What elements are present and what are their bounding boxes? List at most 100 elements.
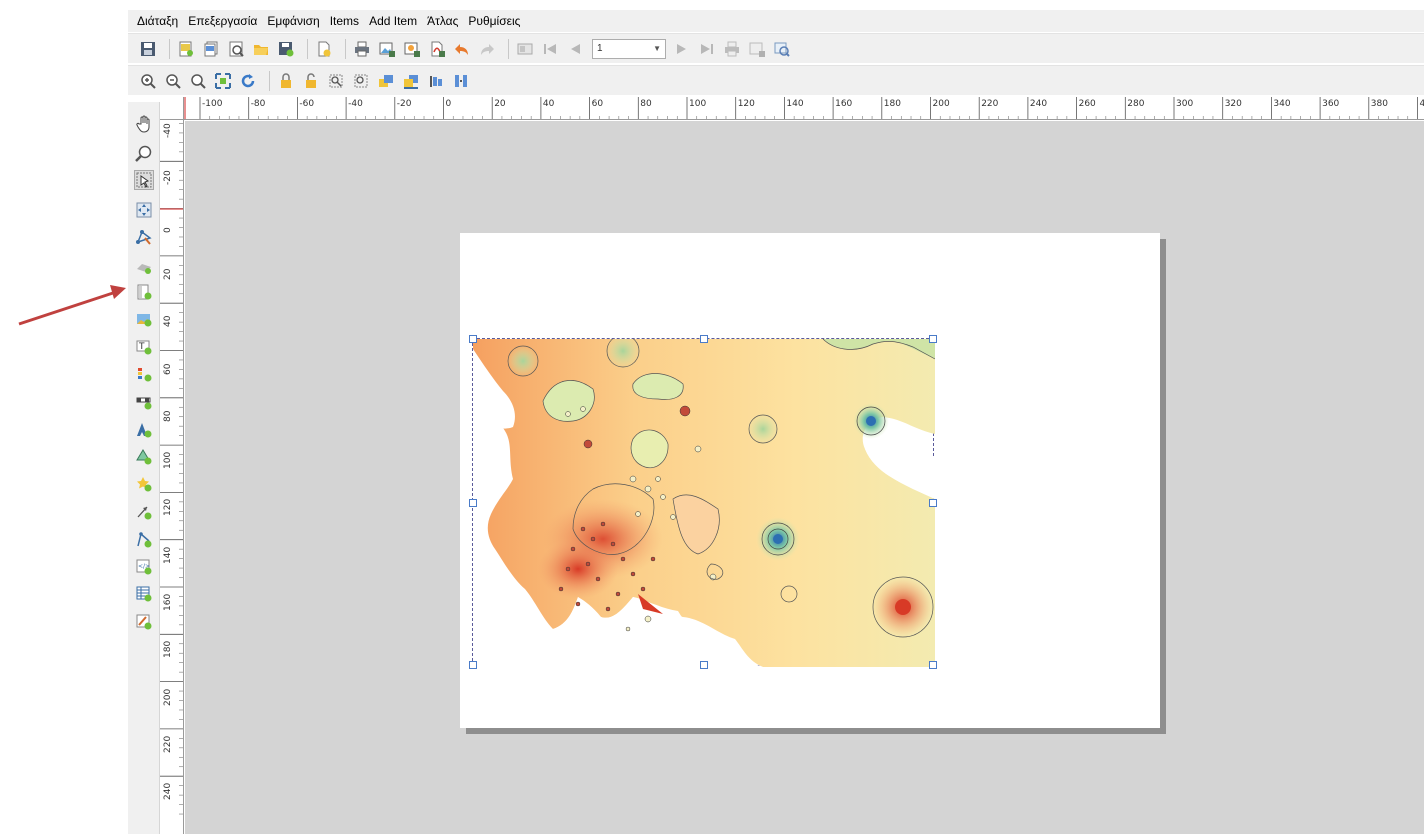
horizontal-ruler: -100 -80 -60 -40 -20 0 20 40 60 80 100 120 140 160 180… (160, 97, 1424, 120)
layout-manager-icon[interactable] (226, 39, 246, 59)
export-pdf-icon[interactable] (427, 39, 447, 59)
zoom-tool-icon[interactable] (134, 144, 154, 164)
ruler-label: 340 (1273, 99, 1291, 109)
ruler-label: -40 (348, 99, 363, 109)
menu-add-item[interactable]: Add Item (364, 14, 422, 28)
distribute-icon[interactable] (451, 71, 471, 91)
ruler-label: 200 (163, 688, 173, 706)
zoom-actual-icon[interactable] (188, 71, 208, 91)
ruler-label: 40 (163, 315, 173, 328)
select-icon[interactable] (134, 170, 154, 190)
ruler-label: 100 (163, 451, 173, 470)
atlas-prev-icon[interactable] (565, 39, 585, 59)
print-icon[interactable] (352, 39, 372, 59)
resize-handle-left[interactable] (469, 499, 477, 507)
menu-items[interactable]: Items (325, 14, 364, 28)
menu-layout[interactable]: Διάταξη (132, 14, 183, 28)
ruler-label: 80 (640, 99, 652, 109)
atlas-print-icon[interactable] (722, 39, 742, 59)
ruler-label: 140 (163, 546, 173, 564)
resize-handle-bottom[interactable] (700, 661, 708, 669)
pan-icon[interactable] (134, 114, 154, 134)
lower-icon[interactable] (401, 71, 421, 91)
edit-nodes-icon[interactable] (134, 227, 154, 247)
group-icon[interactable] (326, 71, 346, 91)
add-attribute-table-icon[interactable] (134, 584, 154, 604)
save-icon[interactable] (138, 39, 158, 59)
menu-edit[interactable]: Επεξεργασία (183, 14, 262, 28)
atlas-settings-icon[interactable] (772, 39, 792, 59)
redo-icon[interactable] (477, 39, 497, 59)
atlas-preview-icon[interactable] (515, 39, 535, 59)
ruler-label: 60 (591, 99, 604, 109)
add-arrow-icon[interactable] (134, 502, 154, 522)
align-icon[interactable] (426, 71, 446, 91)
ruler-label: 280 (1127, 99, 1145, 109)
zoom-out-icon[interactable] (163, 71, 183, 91)
undo-icon[interactable] (452, 39, 472, 59)
ruler-label: 160 (163, 593, 173, 611)
add-map-icon[interactable] (134, 282, 154, 302)
ruler-label: -60 (299, 99, 315, 109)
ruler-label: 360 (1322, 99, 1340, 109)
add-scalebar-icon[interactable] (134, 392, 154, 412)
ruler-label: 0 (163, 226, 173, 233)
ruler-label: 220 (981, 99, 999, 109)
ruler-label: 240 (1029, 99, 1048, 109)
atlas-last-icon[interactable] (697, 39, 717, 59)
add-legend-icon[interactable] (134, 364, 154, 384)
atlas-first-icon[interactable] (540, 39, 560, 59)
open-template-icon[interactable] (251, 39, 271, 59)
save-template-icon[interactable] (276, 39, 296, 59)
zoom-in-icon[interactable] (138, 71, 158, 91)
atlas-page-combo[interactable]: 1 ▼ (592, 38, 666, 59)
resize-handle-bottom-left[interactable] (469, 661, 477, 669)
refresh-icon[interactable] (238, 71, 258, 91)
add-picture-icon[interactable] (134, 309, 154, 329)
duplicate-layout-icon[interactable] (201, 39, 221, 59)
ruler-label: 160 (835, 99, 853, 109)
add-html-icon[interactable]: </> (134, 557, 154, 577)
layout-page[interactable] (460, 233, 1160, 728)
ruler-label: 240 (163, 783, 173, 801)
resize-handle-top-left[interactable] (469, 335, 477, 343)
ruler-label: 0 (445, 99, 452, 109)
add-label-icon[interactable]: T (134, 337, 154, 357)
svg-text:T: T (138, 342, 145, 352)
add-node-item-icon[interactable] (134, 530, 154, 550)
ungroup-icon[interactable] (351, 71, 371, 91)
move-content-icon[interactable] (134, 200, 154, 220)
raise-icon[interactable] (376, 71, 396, 91)
add-3d-map-icon[interactable] (134, 257, 154, 277)
zoom-full-icon[interactable] (213, 71, 233, 91)
resize-handle-bottom-right[interactable] (929, 661, 937, 669)
unlock-icon[interactable] (301, 71, 321, 91)
ruler-corner (160, 97, 184, 120)
new-layout-icon[interactable] (176, 39, 196, 59)
menu-view[interactable]: Εμφάνιση (262, 14, 324, 28)
menu-atlas[interactable]: Άτλας (422, 14, 463, 28)
atlas-page-value: 1 (597, 43, 603, 54)
lock-icon[interactable] (276, 71, 296, 91)
add-north-arrow-icon[interactable] (134, 420, 154, 440)
atlas-export-icon[interactable] (747, 39, 767, 59)
atlas-next-icon[interactable] (672, 39, 692, 59)
layout-canvas[interactable] (185, 121, 1424, 834)
ruler-label: 40 (542, 99, 555, 109)
menu-settings[interactable]: Ρυθμίσεις (463, 14, 525, 28)
resize-handle-top[interactable] (700, 335, 708, 343)
ruler-label: 180 (883, 99, 901, 109)
add-shape-icon[interactable] (134, 447, 154, 467)
resize-handle-right[interactable] (929, 499, 937, 507)
add-fixed-table-icon[interactable] (134, 612, 154, 632)
ruler-label: 220 (163, 735, 173, 753)
map-item[interactable] (469, 333, 937, 669)
ruler-label: 20 (494, 99, 506, 109)
export-svg-icon[interactable] (402, 39, 422, 59)
resize-handle-top-right[interactable] (929, 335, 937, 343)
ruler-label: 300 (1176, 99, 1194, 109)
export-image-icon[interactable] (377, 39, 397, 59)
add-marker-icon[interactable] (134, 474, 154, 494)
new-page-icon[interactable] (314, 39, 334, 59)
layout-items-toolbar: T </> (128, 102, 160, 834)
